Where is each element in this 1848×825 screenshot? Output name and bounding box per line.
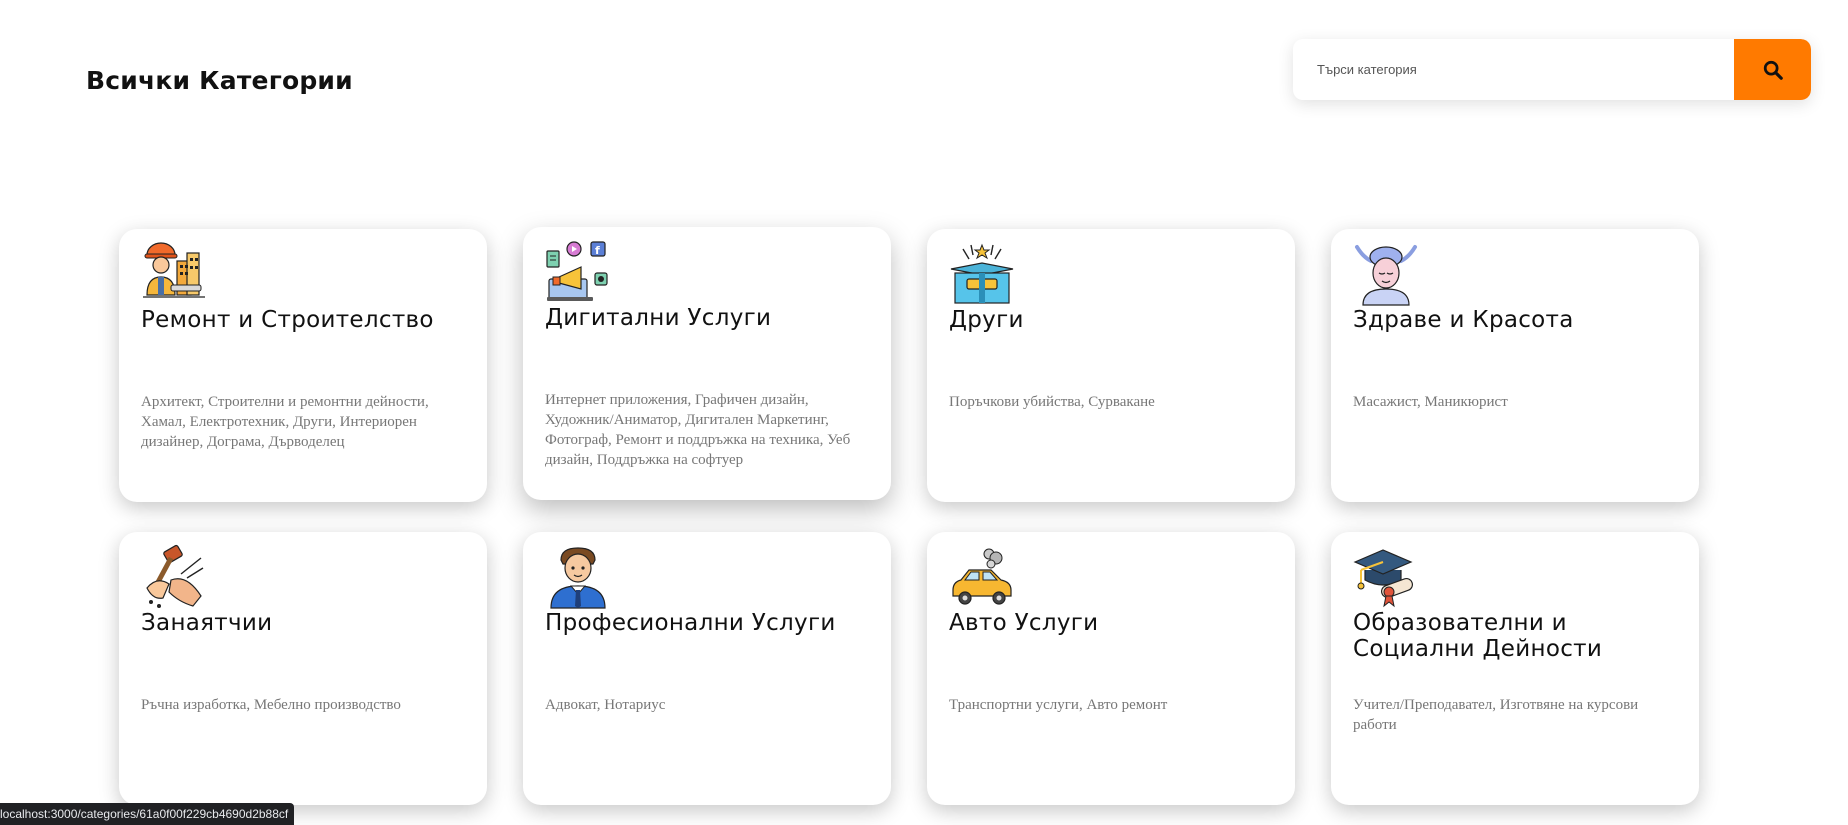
category-card[interactable]: Образователни и Социални Дейности Учител… [1331, 532, 1699, 805]
category-description: Учител/Преподавател, Изготвяне на курсов… [1353, 697, 1639, 733]
digital-marketing-icon: f [546, 241, 608, 301]
category-description: Интернет приложения, Графичен дизайн, Ху… [545, 392, 851, 468]
search-input[interactable] [1293, 39, 1734, 100]
search-box [1293, 39, 1811, 100]
category-description: Адвокат, Нотариус [545, 697, 666, 713]
category-card[interactable]: Други Поръчкови убийства, Сурвакане [927, 229, 1295, 502]
gift-box-icon [950, 243, 1014, 304]
category-description: Архитект, Строителни и ремонтни дейности… [141, 394, 429, 450]
category-title: Други [949, 307, 1024, 333]
category-description: Ръчна изработка, Мебелно производство [141, 697, 401, 713]
search-button[interactable] [1734, 39, 1811, 100]
status-bar-url-text: localhost:3000/categories/61a0f00f229cb4… [0, 807, 289, 821]
category-card[interactable]: Ремонт и Строителство Архитект, Строител… [119, 229, 487, 502]
massage-icon [1355, 245, 1417, 306]
businessman-icon [550, 547, 606, 609]
category-grid: Ремонт и Строителство Архитект, Строител… [119, 227, 1699, 805]
handcraft-hammer-icon [146, 544, 204, 608]
category-title: Дигитални Услуги [545, 305, 772, 331]
construction-worker-icon [143, 242, 205, 298]
graduation-cap-icon [1353, 549, 1413, 608]
category-description: Поръчкови убийства, Сурвакане [949, 394, 1155, 410]
category-title: Занаятчии [141, 610, 273, 636]
page-title: Всички Категории [86, 66, 353, 95]
category-description: Транспортни услуги, Авто ремонт [949, 697, 1168, 713]
search-icon [1763, 60, 1783, 80]
svg-text:f: f [595, 244, 600, 257]
page: Всички Категории Ремо [0, 0, 1848, 825]
category-title: Авто Услуги [949, 610, 1099, 636]
category-card[interactable]: Здраве и Красота Масажист, Маникюрист [1331, 229, 1699, 502]
category-card[interactable]: f Дигитални Услуги Интернет приложения, … [523, 227, 891, 500]
status-bar-url: localhost:3000/categories/61a0f00f229cb4… [0, 803, 295, 825]
category-card[interactable]: Авто Услуги Транспортни услуги, Авто рем… [927, 532, 1295, 805]
car-icon [952, 548, 1012, 605]
category-card[interactable]: Занаятчии Ръчна изработка, Мебелно произ… [119, 532, 487, 805]
category-title: Здраве и Красота [1353, 307, 1574, 333]
category-title: Образователни и Социални Дейности [1353, 610, 1603, 662]
category-description: Масажист, Маникюрист [1353, 394, 1508, 410]
category-title: Ремонт и Строителство [141, 307, 434, 333]
category-card[interactable]: Професионални Услуги Адвокат, Нотариус [523, 532, 891, 805]
category-title: Професионални Услуги [545, 610, 836, 636]
